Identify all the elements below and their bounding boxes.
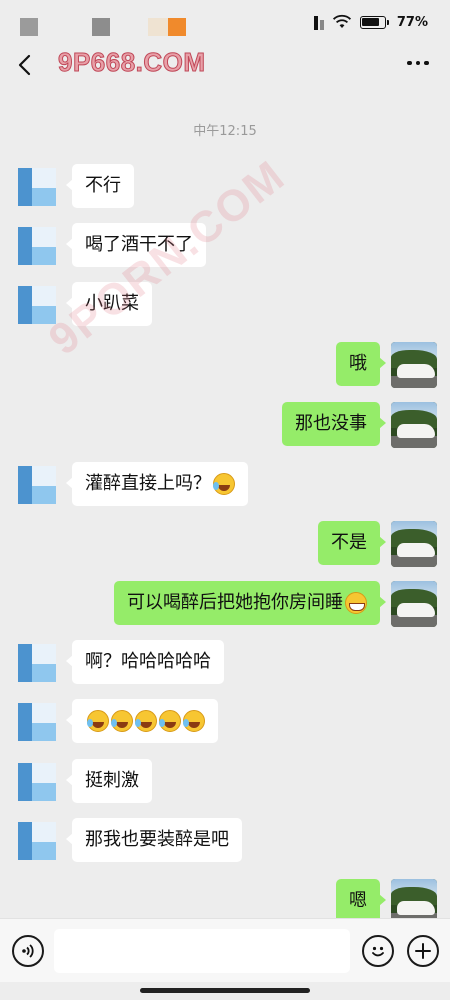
message-row: 挺刺激 bbox=[0, 759, 450, 809]
my-avatar[interactable] bbox=[391, 521, 437, 567]
contact-avatar[interactable] bbox=[18, 644, 56, 682]
message-row: 那我也要装醉是吧 bbox=[0, 818, 450, 868]
voice-input-button[interactable] bbox=[12, 935, 44, 967]
incoming-message-bubble[interactable]: 啊？哈哈哈哈哈 bbox=[66, 640, 224, 684]
chat-message-list[interactable]: 中午12:15 不行 喝了酒干不了 小趴菜 哦 那也没事 灌醉直接上吗？ 不是 … bbox=[0, 86, 450, 918]
back-button[interactable] bbox=[14, 50, 34, 80]
wifi-icon bbox=[332, 14, 351, 28]
outgoing-message-bubble[interactable]: 那也没事 bbox=[282, 402, 386, 446]
status-blurred-icon bbox=[92, 18, 110, 36]
message-input[interactable] bbox=[54, 929, 350, 973]
dot bbox=[424, 60, 429, 66]
more-options-button[interactable] bbox=[404, 58, 432, 68]
incoming-message-bubble[interactable]: 灌醉直接上吗？ bbox=[66, 462, 248, 506]
laugh-cry-emoji-icon bbox=[135, 710, 157, 732]
incoming-message-bubble[interactable]: 那我也要装醉是吧 bbox=[66, 818, 242, 862]
incoming-message-bubble[interactable]: 小趴菜 bbox=[66, 282, 152, 326]
status-right: 77% bbox=[313, 12, 428, 32]
incoming-message-bubble[interactable]: 喝了酒干不了 bbox=[66, 223, 206, 267]
battery-percent: 77% bbox=[396, 14, 428, 30]
chevron-left-icon bbox=[18, 54, 31, 76]
contact-avatar[interactable] bbox=[18, 763, 56, 801]
message-row: 不是 bbox=[0, 521, 450, 571]
incoming-emoji-bubble[interactable] bbox=[66, 699, 218, 743]
message-row: 可以喝醉后把她抱你房间睡 bbox=[0, 581, 450, 631]
chat-title: 9P668.COM bbox=[58, 47, 206, 78]
input-bar bbox=[0, 918, 450, 982]
message-text: 灌醉直接上吗？ bbox=[85, 473, 211, 494]
contact-avatar[interactable] bbox=[18, 822, 56, 860]
my-avatar[interactable] bbox=[391, 342, 437, 388]
message-row: 灌醉直接上吗？ bbox=[0, 462, 450, 512]
battery-icon bbox=[359, 15, 389, 29]
signal-icon bbox=[313, 14, 324, 30]
incoming-message-bubble[interactable]: 不行 bbox=[66, 164, 134, 208]
voice-icon bbox=[22, 944, 34, 958]
message-timestamp: 中午12:15 bbox=[193, 124, 257, 139]
laugh-cry-emoji-icon bbox=[111, 710, 133, 732]
dot bbox=[407, 60, 412, 66]
contact-avatar[interactable] bbox=[18, 168, 56, 206]
laugh-cry-emoji-icon bbox=[213, 473, 235, 495]
message-row: 嗯 bbox=[0, 879, 450, 918]
status-blurred-icon bbox=[148, 18, 168, 36]
contact-avatar[interactable] bbox=[18, 703, 56, 741]
home-indicator[interactable] bbox=[140, 988, 310, 993]
message-row bbox=[0, 699, 450, 749]
grin-emoji-icon bbox=[345, 592, 367, 614]
status-bar: 77% bbox=[0, 0, 450, 44]
outgoing-message-bubble[interactable]: 可以喝醉后把她抱你房间睡 bbox=[114, 581, 386, 625]
contact-avatar[interactable] bbox=[18, 466, 56, 504]
nav-bar: 9P668.COM bbox=[0, 44, 450, 86]
plus-icon bbox=[415, 943, 431, 959]
my-avatar[interactable] bbox=[391, 581, 437, 627]
emoji-button[interactable] bbox=[362, 935, 394, 967]
message-row: 喝了酒干不了 bbox=[0, 223, 450, 273]
contact-avatar[interactable] bbox=[18, 227, 56, 265]
outgoing-message-bubble[interactable]: 不是 bbox=[318, 521, 386, 565]
emoji-icon bbox=[372, 946, 384, 957]
laugh-cry-emoji-icon bbox=[87, 710, 109, 732]
message-row: 啊？哈哈哈哈哈 bbox=[0, 640, 450, 690]
status-blurred-icon bbox=[20, 18, 38, 36]
message-row: 那也没事 bbox=[0, 402, 450, 452]
laugh-cry-emoji-icon bbox=[183, 710, 205, 732]
contact-avatar[interactable] bbox=[18, 286, 56, 324]
status-blurred-icon bbox=[168, 18, 186, 36]
laugh-cry-emoji-icon bbox=[159, 710, 181, 732]
more-functions-button[interactable] bbox=[407, 935, 439, 967]
outgoing-message-bubble[interactable]: 哦 bbox=[336, 342, 386, 386]
message-row: 小趴菜 bbox=[0, 282, 450, 332]
my-avatar[interactable] bbox=[391, 879, 437, 918]
message-row: 不行 bbox=[0, 164, 450, 214]
message-text: 可以喝醉后把她抱你房间睡 bbox=[127, 592, 343, 613]
outgoing-message-bubble[interactable]: 嗯 bbox=[336, 879, 386, 918]
message-row: 哦 bbox=[0, 342, 450, 392]
my-avatar[interactable] bbox=[391, 402, 437, 448]
dot bbox=[415, 60, 421, 66]
incoming-message-bubble[interactable]: 挺刺激 bbox=[66, 759, 152, 803]
